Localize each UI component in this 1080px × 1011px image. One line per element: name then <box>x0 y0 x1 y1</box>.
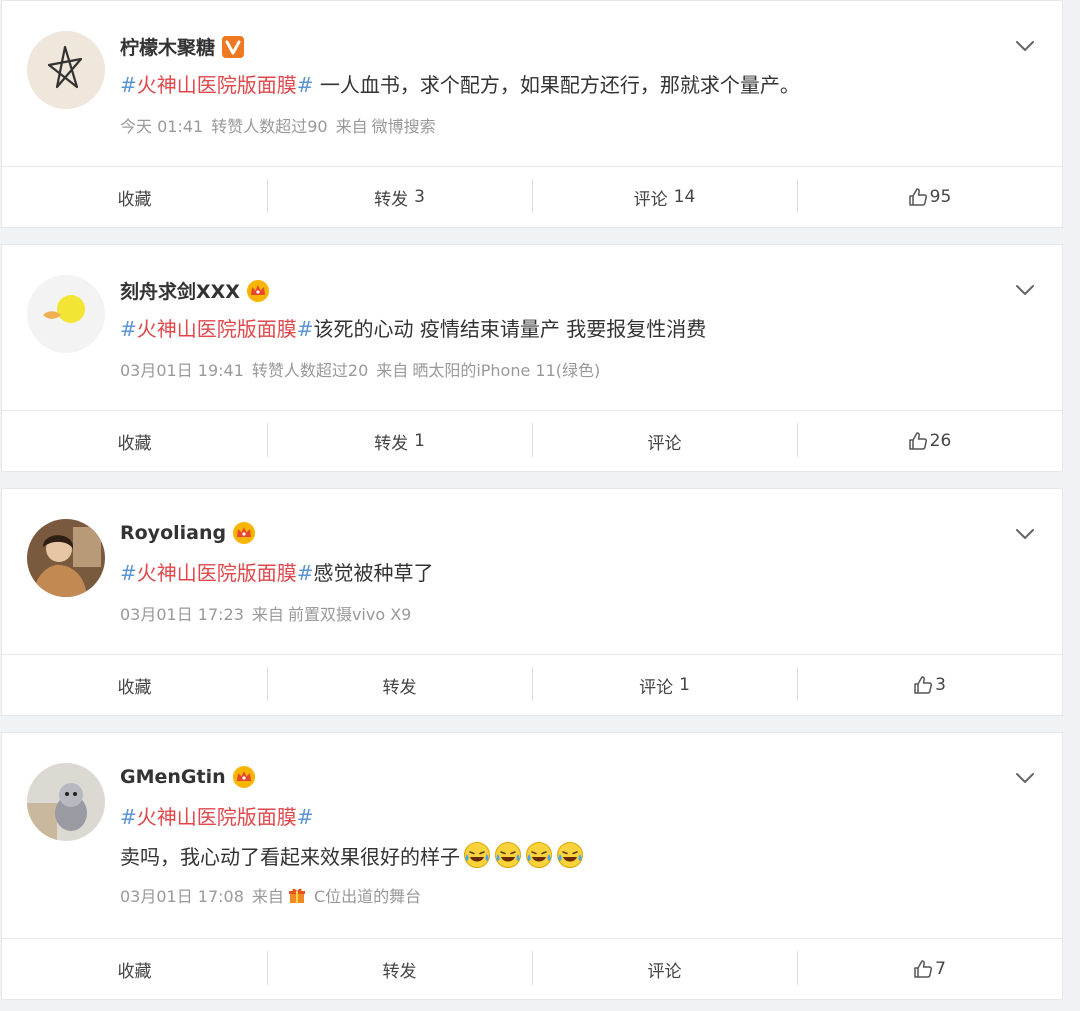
favorite-button[interactable]: 收藏 <box>2 939 267 999</box>
thumbs-up-icon <box>908 187 928 207</box>
gift-icon <box>288 886 306 904</box>
chevron-down-icon[interactable] <box>1014 767 1036 789</box>
username-text[interactable]: GMenGtin <box>120 766 226 788</box>
avatar[interactable] <box>27 31 105 109</box>
laugh-cry-emoji-icon <box>494 841 522 869</box>
chevron-down-icon[interactable] <box>1014 279 1036 301</box>
thumbs-up-icon <box>908 431 928 451</box>
hashtag-link[interactable]: #火神山医院版面膜# <box>120 317 314 341</box>
post-card: Royoliang #火神山医院版面膜#感觉被种草了 03月01日 17:23 … <box>1 488 1063 716</box>
avatar[interactable] <box>27 275 105 353</box>
crown-badge-icon <box>246 279 270 303</box>
like-count: 26 <box>929 431 952 451</box>
like-count: 95 <box>929 187 952 207</box>
thumbs-up-icon <box>913 675 933 695</box>
comment-count: 14 <box>673 187 696 207</box>
like-button[interactable]: 3 <box>797 655 1062 715</box>
post-source: C位出道的舞台 <box>313 887 422 906</box>
favorite-button[interactable]: 收藏 <box>2 411 267 471</box>
favorite-button[interactable]: 收藏 <box>2 167 267 227</box>
like-count: 3 <box>935 675 946 695</box>
post-meta: 03月01日 17:08 来自 C位出道的舞台 <box>120 883 437 907</box>
post-text: #火神山医院版面膜#该死的心动 疫情结束请量产 我要报复性消费 <box>120 317 707 341</box>
post-meta: 03月01日 19:41 转赞人数超过20 来自 晒太阳的iPhone 11(绿… <box>120 357 608 381</box>
comment-button[interactable]: 评论 <box>532 939 797 999</box>
post-meta: 今天 01:41 转赞人数超过90 来自 微博搜索 <box>120 113 444 137</box>
username-text[interactable]: 刻舟求剑XXX <box>120 277 240 304</box>
post-text: 卖吗，我心动了看起来效果很好的样子 <box>120 841 1002 871</box>
post-card: GMenGtin #火神山医院版面膜# 卖吗，我心动了看起来效果很好的样子 03… <box>1 732 1063 1000</box>
action-bar: 收藏 转发 评论 1 3 <box>2 654 1062 715</box>
favorite-button[interactable]: 收藏 <box>2 655 267 715</box>
post-meta: 03月01日 17:23 来自 前置双摄vivo X9 <box>120 601 419 625</box>
post-card: 刻舟求剑XXX #火神山医院版面膜#该死的心动 疫情结束请量产 我要报复性消费 … <box>1 244 1063 472</box>
post-source[interactable]: 晒太阳的iPhone 11(绿色) <box>412 357 600 381</box>
repost-count: 3 <box>414 187 425 207</box>
username[interactable]: Royoliang <box>120 521 256 545</box>
comment-button[interactable]: 评论 <box>532 411 797 471</box>
like-button[interactable]: 7 <box>797 939 1062 999</box>
repost-button[interactable]: 转发 <box>267 939 532 999</box>
post-time[interactable]: 03月01日 17:08 <box>120 883 244 907</box>
source-prefix: 来自 <box>251 605 284 624</box>
username-text[interactable]: Royoliang <box>120 522 226 544</box>
repost-count: 1 <box>414 431 425 451</box>
laugh-cry-emoji-icon <box>556 841 584 869</box>
repost-button[interactable]: 转发 3 <box>267 167 532 227</box>
like-button[interactable]: 95 <box>797 167 1062 227</box>
verified-v-badge-icon <box>221 35 245 59</box>
thumbs-up-icon <box>913 959 933 979</box>
repost-like-note: 转赞人数超过20 <box>251 361 369 380</box>
like-button[interactable]: 26 <box>797 411 1062 471</box>
source-prefix: 来自 <box>251 887 284 906</box>
post-hashtag-line: #火神山医院版面膜# <box>120 803 1002 831</box>
post-text: #火神山医院版面膜# 一人血书，求个配方，如果配方还行，那就求个量产。 <box>120 73 800 97</box>
username-text[interactable]: 柠檬木聚糖 <box>120 33 215 60</box>
post-time[interactable]: 03月01日 19:41 <box>120 357 244 381</box>
post-source-link[interactable]: C位出道的舞台 <box>288 883 429 907</box>
repost-button[interactable]: 转发 <box>267 655 532 715</box>
source-prefix: 来自 <box>376 361 409 380</box>
chevron-down-icon[interactable] <box>1014 35 1036 57</box>
repost-button[interactable]: 转发 1 <box>267 411 532 471</box>
avatar[interactable] <box>27 763 105 841</box>
weibo-feed: 柠檬木聚糖 #火神山医院版面膜# 一人血书，求个配方，如果配方还行，那就求个量产… <box>0 0 1080 1011</box>
laugh-cry-emoji-icon <box>525 841 553 869</box>
source-prefix: 来自 <box>335 117 368 136</box>
post-source[interactable]: 微博搜索 <box>372 113 436 137</box>
hashtag-link[interactable]: #火神山医院版面膜# <box>120 561 314 585</box>
post-card: 柠檬木聚糖 #火神山医院版面膜# 一人血书，求个配方，如果配方还行，那就求个量产… <box>1 0 1063 228</box>
crown-badge-icon <box>232 521 256 545</box>
avatar[interactable] <box>27 519 105 597</box>
action-bar: 收藏 转发 评论 7 <box>2 938 1062 999</box>
post-text: #火神山医院版面膜#感觉被种草了 <box>120 561 434 585</box>
crown-badge-icon <box>232 765 256 789</box>
comment-button[interactable]: 评论 1 <box>532 655 797 715</box>
post-time[interactable]: 今天 01:41 <box>120 113 203 137</box>
username[interactable]: GMenGtin <box>120 765 256 789</box>
post-source[interactable]: 前置双摄vivo X9 <box>288 601 411 625</box>
laugh-cry-emoji-icon <box>463 841 491 869</box>
username[interactable]: 刻舟求剑XXX <box>120 277 270 304</box>
post-time[interactable]: 03月01日 17:23 <box>120 601 244 625</box>
chevron-down-icon[interactable] <box>1014 523 1036 545</box>
action-bar: 收藏 转发 3 评论 14 95 <box>2 166 1062 227</box>
comment-button[interactable]: 评论 14 <box>532 167 797 227</box>
username[interactable]: 柠檬木聚糖 <box>120 33 245 60</box>
hashtag-link[interactable]: #火神山医院版面膜# <box>120 73 314 97</box>
repost-like-note: 转赞人数超过90 <box>211 117 328 136</box>
like-count: 7 <box>935 959 946 979</box>
hashtag-link[interactable]: #火神山医院版面膜# <box>120 805 314 829</box>
comment-count: 1 <box>679 675 690 695</box>
action-bar: 收藏 转发 1 评论 26 <box>2 410 1062 471</box>
